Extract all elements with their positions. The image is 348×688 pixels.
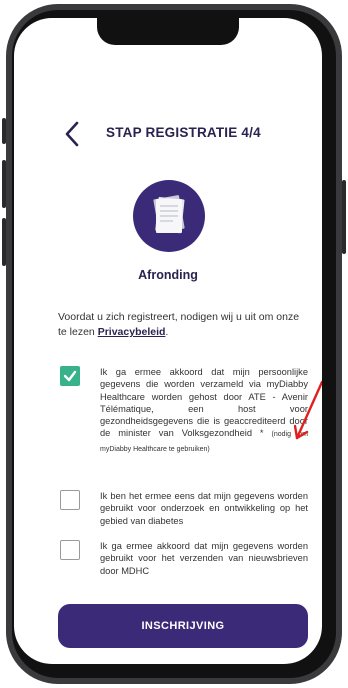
consent-research-text: Ik ben het ermee eens dat mijn gegevens … (100, 491, 308, 526)
step-badge (133, 180, 205, 252)
page-title: STAP REGISTRATIE 4/4 (106, 125, 261, 140)
consent-hosting-text: Ik ga ermee akkoord dat mijn persoonlijk… (100, 367, 308, 439)
privacy-intro-text: Voordat u zich registreert, nodigen wij … (58, 311, 300, 338)
consent-research-checkbox[interactable] (60, 490, 80, 510)
privacy-intro: Voordat u zich registreert, nodigen wij … (58, 310, 306, 340)
phone-notch (97, 18, 239, 45)
documents-icon (153, 195, 185, 234)
step-label: Afronding (138, 268, 198, 282)
consent-hosting-checkbox[interactable] (60, 366, 80, 386)
consent-newsletter: Ik ga ermee akkoord dat mijn gegevens wo… (60, 540, 310, 590)
consent-hosting-label: Ik ga ermee akkoord dat mijn persoonlijk… (100, 366, 308, 456)
privacy-policy-link[interactable]: Privacybeleid (98, 326, 166, 338)
consent-research: Ik ben het ermee eens dat mijn gegevens … (60, 490, 310, 540)
consent-newsletter-text: Ik ga ermee akkoord dat mijn gegevens wo… (100, 541, 308, 576)
chevron-left-icon (65, 121, 79, 147)
consent-hosting: Ik ga ermee akkoord dat mijn persoonlijk… (60, 366, 310, 496)
register-button[interactable]: INSCHRIJVING (58, 604, 308, 648)
power-button (342, 180, 346, 254)
consent-newsletter-checkbox[interactable] (60, 540, 80, 560)
checkmark-icon (63, 370, 77, 382)
back-button[interactable] (62, 120, 82, 148)
privacy-intro-end: . (165, 326, 169, 338)
header: STAP REGISTRATIE 4/4 (14, 118, 322, 158)
annotation-arrow-icon (294, 380, 322, 440)
app-screen: STAP REGISTRATIE 4/4 Afronding Voordat u… (14, 18, 322, 664)
